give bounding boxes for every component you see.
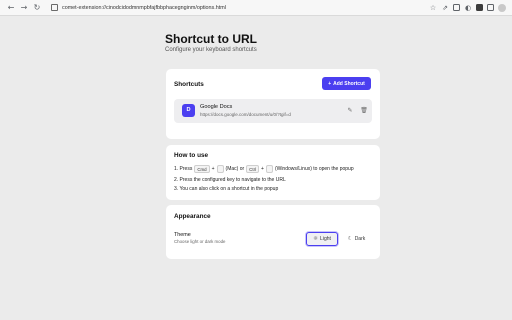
appearance-card: Appearance Theme Choose light or dark mo… xyxy=(166,205,380,259)
blank-key xyxy=(216,165,224,173)
profile-avatar[interactable] xyxy=(498,3,506,12)
add-shortcut-button[interactable]: + Add Shortcut xyxy=(322,77,371,90)
bookmark-star-icon[interactable]: ☆ xyxy=(429,4,437,12)
plus-sign: + xyxy=(261,166,264,172)
plus-icon: + xyxy=(328,80,332,87)
extension-icon[interactable] xyxy=(453,4,460,11)
step-2: 2. Press the configured key to navigate … xyxy=(174,177,286,183)
shortcuts-card: Shortcuts + Add Shortcut D Google Docs h… xyxy=(166,69,380,139)
page-title: Shortcut to URL xyxy=(165,32,257,46)
dark-label: Dark xyxy=(354,236,366,242)
shortcuts-heading: Shortcuts xyxy=(174,81,204,88)
shortcut-key-badge: D xyxy=(182,104,195,117)
step-1-prefix: 1. Press xyxy=(174,166,193,172)
add-shortcut-label: Add Shortcut xyxy=(333,80,365,87)
shortcut-url: https://docs.google.com/document/u/0/?tg… xyxy=(200,112,291,117)
light-label: Light xyxy=(320,236,331,242)
url-text[interactable]: comet-extension://cinodcidodmnmpbfajfbbp… xyxy=(62,5,226,11)
appearance-heading: Appearance xyxy=(174,213,211,220)
step-3: 3. You can also click on a shortcut in t… xyxy=(174,186,279,192)
plus-sign: + xyxy=(211,166,215,172)
how-to-use-heading: How to use xyxy=(174,152,209,159)
page-subtitle: Configure your keyboard shortcuts xyxy=(165,47,257,53)
comet-icon[interactable]: ◐ xyxy=(464,4,472,12)
forward-icon[interactable]: → xyxy=(19,3,29,13)
edit-icon[interactable]: ✎ xyxy=(346,107,354,115)
delete-icon[interactable]: 🗑 xyxy=(360,107,368,115)
step-1-suffix: (Windows/Linux) to open the popup xyxy=(274,166,354,172)
toolbar-right-icons: ☆ ⇗ ◐ xyxy=(429,3,506,12)
theme-label: Theme xyxy=(174,232,191,238)
step-1: 1. Press Cmd + (Mac) or Ctrl + (Windows/… xyxy=(174,165,354,173)
share-icon[interactable]: ⇗ xyxy=(441,4,449,12)
theme-description: Choose light or dark mode xyxy=(174,239,226,244)
address-bar[interactable]: comet-extension://cinodcidodmnmpbfajfbbp… xyxy=(51,2,429,14)
reload-icon[interactable]: ↻ xyxy=(32,3,42,13)
cmd-key: Cmd xyxy=(194,165,210,173)
blank-key xyxy=(265,165,273,173)
browser-toolbar: ← → ↻ comet-extension://cinodcidodmnmpbf… xyxy=(0,0,512,16)
dark-theme-button[interactable]: ☾ Dark xyxy=(341,232,372,246)
light-theme-button[interactable]: ☼ Light xyxy=(306,232,338,246)
extension-dark-icon[interactable] xyxy=(476,4,483,11)
shortcut-name: Google Docs xyxy=(200,104,233,110)
sun-icon: ☼ xyxy=(313,236,319,242)
moon-icon: ☾ xyxy=(347,236,353,242)
ctrl-key: Ctrl xyxy=(246,165,260,173)
page-info-icon[interactable] xyxy=(51,4,58,11)
back-icon[interactable]: ← xyxy=(6,3,16,13)
how-to-use-card: How to use 1. Press Cmd + (Mac) or Ctrl … xyxy=(166,145,380,200)
shortcut-row[interactable]: D Google Docs https://docs.google.com/do… xyxy=(174,99,372,123)
sidebar-icon[interactable] xyxy=(487,4,494,11)
step-1-mac: (Mac) or xyxy=(225,166,245,172)
